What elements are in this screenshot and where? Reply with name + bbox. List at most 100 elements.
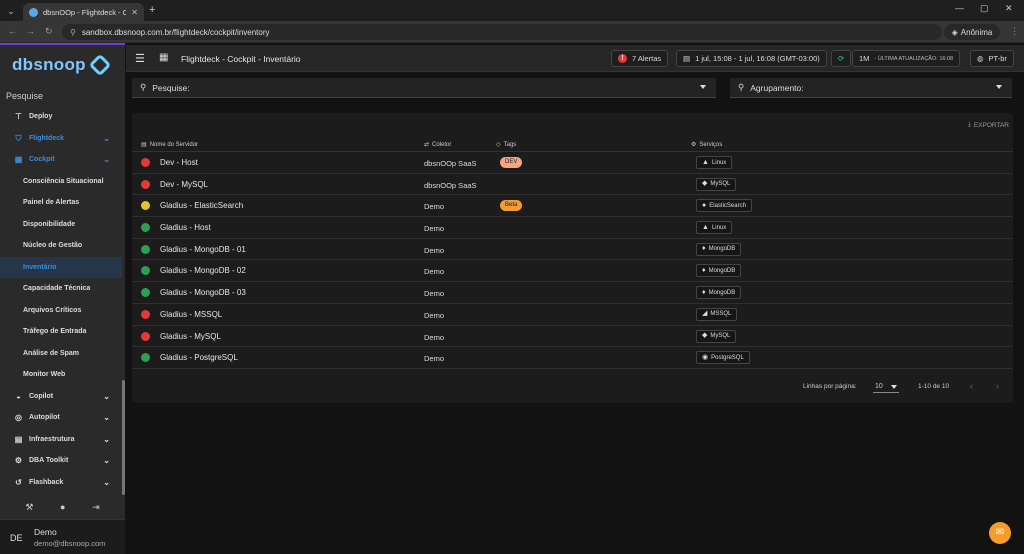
sidebar-item-label: Copilot xyxy=(29,392,54,400)
service-chip[interactable]: ◢ MSSQL xyxy=(696,307,738,321)
tab-search-icon[interactable]: ⌄ xyxy=(4,4,18,18)
service-chip[interactable]: ◆ MySQL xyxy=(696,329,737,343)
date-range-button[interactable]: ▤ 1 jul, 15:08 - 1 jul, 16:08 (GMT-03:00… xyxy=(676,50,827,67)
table-body: Dev - Host dbsnOOp SaaS DEV ▲ Linux Dev - MyS… xyxy=(132,152,1013,369)
window-close-icon[interactable]: ✕ xyxy=(1005,3,1013,14)
alerts-button[interactable]: ! 7 Alertas xyxy=(611,50,669,67)
table-row[interactable]: Dev - Host dbsnOOp SaaS DEV ▲ Linux xyxy=(132,152,1013,174)
close-icon[interactable]: ✕ xyxy=(131,8,138,17)
sidebar-item[interactable]: ⊤ Deploy xyxy=(0,106,122,128)
sidebar-item[interactable]: ▦ Cockpit ⌄ xyxy=(0,149,122,171)
service-chip[interactable]: ● ElasticSearch xyxy=(696,199,752,213)
sidebar-item[interactable]: ◒ Copilot ⌄ xyxy=(0,386,122,408)
language-button[interactable]: ◍ PT-br xyxy=(970,50,1014,67)
table-row[interactable]: Gladius - Host Demo ▲ Linux xyxy=(132,217,1013,239)
sidebar-item[interactable]: ↺ Flashback ⌄ xyxy=(0,472,122,494)
server-name[interactable]: Gladius - MongoDB - 01 xyxy=(160,245,246,254)
sidebar-item[interactable]: Arquivos Críticos xyxy=(0,300,122,322)
service-icon: ◆ xyxy=(702,332,708,339)
table-row[interactable]: Gladius - MongoDB - 03 Demo ♦ MongoDB xyxy=(132,282,1013,304)
sidebar-item[interactable]: Painel de Alertas xyxy=(0,192,122,214)
service-chip[interactable]: ♦ MongoDB xyxy=(696,264,742,278)
column-header-collector[interactable]: ⇄ Coletor xyxy=(424,141,451,149)
sidebar-scrollbar[interactable] xyxy=(122,380,125,495)
service-icon: ▲ xyxy=(702,158,709,166)
chevron-down-icon: ⌄ xyxy=(103,155,110,165)
maximize-icon[interactable]: ▢ xyxy=(980,3,989,14)
status-indicator xyxy=(141,201,150,211)
server-name[interactable]: Gladius - Host xyxy=(160,223,211,232)
sidebar-item[interactable]: Núcleo de Gestão xyxy=(0,235,122,257)
menu-kebab-icon[interactable]: ⋮ xyxy=(1010,26,1019,37)
service-icon: ♦ xyxy=(702,266,706,274)
sidebar-item[interactable]: Tráfego de Entrada xyxy=(0,321,122,343)
service-label: MongoDB xyxy=(708,289,736,296)
minimize-icon[interactable]: — xyxy=(955,3,964,13)
table-row[interactable]: Gladius - ElasticSearch Demo Beta ● ElasticS… xyxy=(132,195,1013,218)
server-name[interactable]: Gladius - MSSQL xyxy=(160,310,222,319)
sidebar-item[interactable]: Consciência Situacional xyxy=(0,171,122,193)
table-row[interactable]: Gladius - MySQL Demo ◆ MySQL xyxy=(132,326,1013,348)
gear-icon: ⚙ xyxy=(691,142,697,148)
server-name[interactable]: Gladius - MySQL xyxy=(160,332,221,341)
sidebar-item[interactable]: ◎ Autopilot ⌄ xyxy=(0,407,122,429)
infra-icon: ▤ xyxy=(14,434,23,444)
logout-icon[interactable]: ⇥ xyxy=(92,502,100,513)
forward-icon[interactable]: → xyxy=(26,26,35,36)
sidebar-item[interactable]: Capacidade Técnica xyxy=(0,278,122,300)
user-icon[interactable]: ● xyxy=(60,502,65,512)
sidebar-item[interactable]: ▤ Infraestrutura ⌄ xyxy=(0,429,122,451)
chat-support-button[interactable]: ✉ xyxy=(989,522,1011,544)
refresh-interval-display[interactable]: 1M - ÚLTIMA ATUALIZAÇÃO: 16:08 xyxy=(852,50,961,67)
sidebar-search[interactable]: Pesquise xyxy=(6,91,43,101)
column-header-tags[interactable]: ◇ Tags xyxy=(496,141,516,149)
table-row[interactable]: Gladius - MongoDB - 02 Demo ♦ MongoDB xyxy=(132,260,1013,283)
sidebar-item[interactable]: ⚙ DBA Toolkit ⌄ xyxy=(0,450,122,472)
site-info-icon[interactable]: ⚲ xyxy=(70,28,76,37)
server-name[interactable]: Gladius - PostgreSQL xyxy=(160,353,238,362)
reload-icon[interactable]: ↻ xyxy=(45,26,53,37)
new-tab-icon[interactable]: + xyxy=(149,4,155,16)
server-name[interactable]: Dev - Host xyxy=(160,158,198,167)
url-field[interactable]: ⚲ sandbox.dbsnoop.com.br/flightdeck/cock… xyxy=(62,24,942,40)
service-chip[interactable]: ▲ Linux xyxy=(696,221,733,235)
service-chip[interactable]: ▲ Linux xyxy=(696,156,733,169)
service-icon: ▲ xyxy=(702,223,709,231)
sidebar-item[interactable]: Inventário xyxy=(0,256,122,278)
server-name[interactable]: Dev - MySQL xyxy=(160,180,208,189)
grouping-select[interactable]: ⚲ Agrupamento: xyxy=(730,78,1012,98)
table-row[interactable]: Gladius - PostgreSQL Demo ◉ PostgreSQL xyxy=(132,347,1013,369)
export-button[interactable]: ⤓ EXPORTAR xyxy=(968,121,1009,129)
table-row[interactable]: Dev - MySQL dbsnOOp SaaS ◆ MySQL xyxy=(132,174,1013,196)
service-chip[interactable]: ◉ PostgreSQL xyxy=(696,351,750,365)
tools-icon[interactable]: ⚒ xyxy=(25,502,33,513)
browser-tab[interactable]: dbsnOOp - Flightdeck - Cockpit ✕ xyxy=(23,3,144,21)
rows-per-page-select[interactable]: 10 xyxy=(873,380,899,393)
service-chip[interactable]: ♦ MongoDB xyxy=(696,242,742,256)
table-row[interactable]: Gladius - MSSQL Demo ◢ MSSQL xyxy=(132,304,1013,326)
sidebar-item[interactable]: Disponibilidade xyxy=(0,214,122,236)
service-label: Linux xyxy=(711,159,727,166)
sidebar-item[interactable]: Monitor Web xyxy=(0,364,122,386)
refresh-interval-button[interactable]: ⟳ xyxy=(831,50,852,67)
server-name[interactable]: Gladius - MongoDB - 03 xyxy=(160,288,246,297)
sidebar-item[interactable]: Análise de Spam xyxy=(0,343,122,365)
column-header-services[interactable]: ⚙ Serviços xyxy=(691,141,722,149)
hamburger-menu-icon[interactable]: ☰ xyxy=(135,52,145,65)
logo[interactable]: dbsnoop xyxy=(12,55,86,75)
autopilot-icon: ◎ xyxy=(15,413,22,423)
server-name[interactable]: Gladius - ElasticSearch xyxy=(160,201,243,210)
service-chip[interactable]: ♦ MongoDB xyxy=(696,286,742,300)
search-select[interactable]: ⚲ Pesquise: xyxy=(132,78,716,98)
chevron-left-icon[interactable]: ‹ xyxy=(970,381,973,391)
table-row[interactable]: Gladius - MongoDB - 01 Demo ♦ MongoDB xyxy=(132,239,1013,261)
user-panel[interactable]: DE Demo demo@dbsnoop.com xyxy=(0,519,125,554)
back-icon[interactable]: ← xyxy=(8,26,17,36)
incognito-badge[interactable]: ◈ Anônima xyxy=(944,24,1000,40)
chevron-right-icon[interactable]: › xyxy=(996,381,999,391)
server-name[interactable]: Gladius - MongoDB - 02 xyxy=(160,266,246,275)
sidebar-item[interactable]: ⛉ Flightdeck ⌄ xyxy=(0,128,122,150)
collector-name: Demo xyxy=(424,289,445,299)
column-header-server[interactable]: ▤ Nome do Servidor xyxy=(141,141,198,149)
service-chip[interactable]: ◆ MySQL xyxy=(696,177,737,191)
